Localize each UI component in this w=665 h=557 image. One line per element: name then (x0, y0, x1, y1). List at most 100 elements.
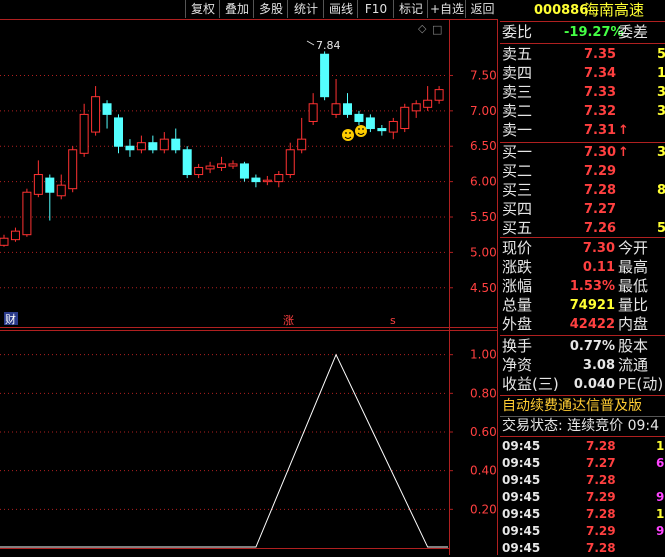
stat-row[interactable]: 涨幅 1.53% 最低 (500, 277, 665, 296)
stat-label-2: 今开 (618, 239, 649, 257)
candle-body (423, 99, 433, 108)
ask-label: 卖三 (502, 83, 533, 101)
tick-row[interactable]: 09:45 7.28 1 (500, 506, 665, 523)
chart-area[interactable]: 1.00 0.80 0.60 0.40 0.20 7.50 7.00 6.50 6.00 5.5… (0, 19, 498, 555)
candle[interactable] (285, 142, 295, 179)
limit-up-marker[interactable]: 涨 (283, 314, 294, 327)
smiley-icon[interactable] (342, 129, 354, 141)
candle[interactable] (22, 188, 32, 237)
add-watchlist-button[interactable]: +自选 (427, 0, 466, 18)
stats-button[interactable]: 统计 (287, 0, 324, 18)
candle[interactable] (125, 139, 135, 157)
candle[interactable] (159, 132, 169, 154)
tick-row[interactable]: 09:45 7.27 6 (500, 455, 665, 472)
square-icon[interactable]: □ (432, 23, 442, 36)
candle[interactable] (136, 135, 146, 154)
candle-body (239, 163, 249, 179)
candle[interactable] (354, 110, 364, 125)
candle-body (274, 174, 284, 183)
tick-row[interactable]: 09:45 7.29 9 (500, 489, 665, 506)
multi-stock-button[interactable]: 多股 (253, 0, 288, 18)
kline-chart[interactable]: 1.00 0.80 0.60 0.40 0.20 7.50 7.00 6.50 6.00 5.5… (0, 19, 498, 555)
bid-row[interactable]: 买一 7.30 ↑ 3 (500, 143, 665, 162)
stat-row[interactable]: 涨跌 0.11 最高 (500, 258, 665, 277)
candle[interactable] (308, 93, 318, 125)
candle[interactable] (171, 128, 181, 154)
tick-row[interactable]: 09:45 7.28 (500, 472, 665, 489)
back-button[interactable]: 返回 (465, 0, 499, 18)
ask-row[interactable]: 卖五 7.35 5 (500, 45, 665, 64)
candle[interactable] (320, 51, 330, 101)
candle[interactable] (114, 114, 123, 154)
ad-banner[interactable]: 自动续费通达信普及版 (500, 397, 665, 416)
stat-row[interactable]: 现价 7.30 今开 (500, 239, 665, 258)
candle[interactable] (228, 160, 238, 169)
candle[interactable] (91, 86, 101, 136)
fundamental-label-2: 股本 (618, 337, 649, 355)
candle[interactable] (297, 117, 307, 154)
candle[interactable] (434, 86, 444, 104)
ask-row[interactable]: 卖二 7.32 3 (500, 102, 665, 121)
draw-line-button[interactable]: 画线 (323, 0, 358, 18)
candle[interactable] (33, 160, 43, 198)
candle[interactable] (262, 175, 272, 186)
candle[interactable] (274, 171, 284, 188)
fundamental-row[interactable]: 收益(三) 0.040 PE(动) (500, 375, 665, 394)
ask-row[interactable]: 卖一 7.31 ↑ (500, 121, 665, 140)
fuquan-button[interactable]: 复权 (185, 0, 220, 18)
candle[interactable] (343, 93, 352, 118)
diamond-icon[interactable]: ◇ (418, 22, 427, 35)
divider (500, 335, 665, 336)
s-marker[interactable]: s (390, 314, 396, 327)
smiley-icon[interactable] (355, 125, 367, 137)
price-axis-label: 6.00 (470, 175, 497, 189)
ask-row[interactable]: 卖四 7.34 14 (500, 64, 665, 83)
stat-row[interactable]: 总量 74921 量比 (500, 296, 665, 315)
candle[interactable] (251, 174, 261, 188)
candle[interactable] (205, 161, 215, 174)
candle[interactable] (365, 114, 375, 133)
fundamental-row[interactable]: 净资 3.08 流通 (500, 356, 665, 375)
bid-row[interactable]: 买四 7.27 (500, 200, 665, 219)
candle[interactable] (423, 86, 433, 111)
candle[interactable] (239, 161, 249, 182)
candle[interactable] (217, 156, 227, 171)
candle[interactable] (331, 79, 341, 118)
bid-row[interactable]: 买五 7.26 5 (500, 219, 665, 238)
candle[interactable] (182, 146, 192, 179)
candle[interactable] (102, 100, 112, 129)
bid-row[interactable]: 买二 7.29 (500, 162, 665, 181)
candle[interactable] (411, 100, 421, 118)
candle[interactable] (45, 174, 55, 221)
fundamental-label-2: 流通 (618, 356, 649, 374)
tick-row[interactable]: 09:45 7.29 9 (500, 523, 665, 540)
ad-text[interactable]: 自动续费通达信普及版 (502, 397, 642, 416)
mark-button[interactable]: 标记 (393, 0, 428, 18)
candle[interactable] (377, 125, 387, 136)
divider (500, 21, 665, 22)
candle-body (354, 113, 364, 122)
tick-time: 09:45 (502, 524, 541, 538)
candle[interactable] (194, 163, 204, 179)
overlay-button[interactable]: 叠加 (219, 0, 254, 18)
ask-row[interactable]: 卖三 7.33 3 (500, 83, 665, 102)
tick-row[interactable]: 09:45 7.28 1 (500, 438, 665, 455)
candle-body (400, 106, 410, 130)
bid-row[interactable]: 买三 7.28 8 (500, 181, 665, 200)
candle[interactable] (400, 103, 410, 133)
candle-body (262, 179, 272, 183)
trade-status: 交易状态: 连续竞价 09:4 (502, 418, 660, 434)
fundamental-row[interactable]: 换手 0.77% 股本 (500, 337, 665, 356)
tick-row[interactable]: 09:45 7.28 (500, 540, 665, 557)
candle[interactable] (10, 227, 20, 242)
finance-marker-label: 财 (5, 312, 16, 326)
candle[interactable] (388, 117, 398, 140)
candle-body (297, 138, 307, 151)
candle[interactable] (68, 146, 78, 193)
f10-button[interactable]: F10 (357, 0, 394, 18)
stat-row[interactable]: 外盘 42422 内盘 (500, 315, 665, 334)
candle[interactable] (79, 103, 89, 157)
candle[interactable] (56, 174, 66, 200)
candle[interactable] (148, 135, 158, 154)
candle[interactable] (0, 234, 9, 247)
